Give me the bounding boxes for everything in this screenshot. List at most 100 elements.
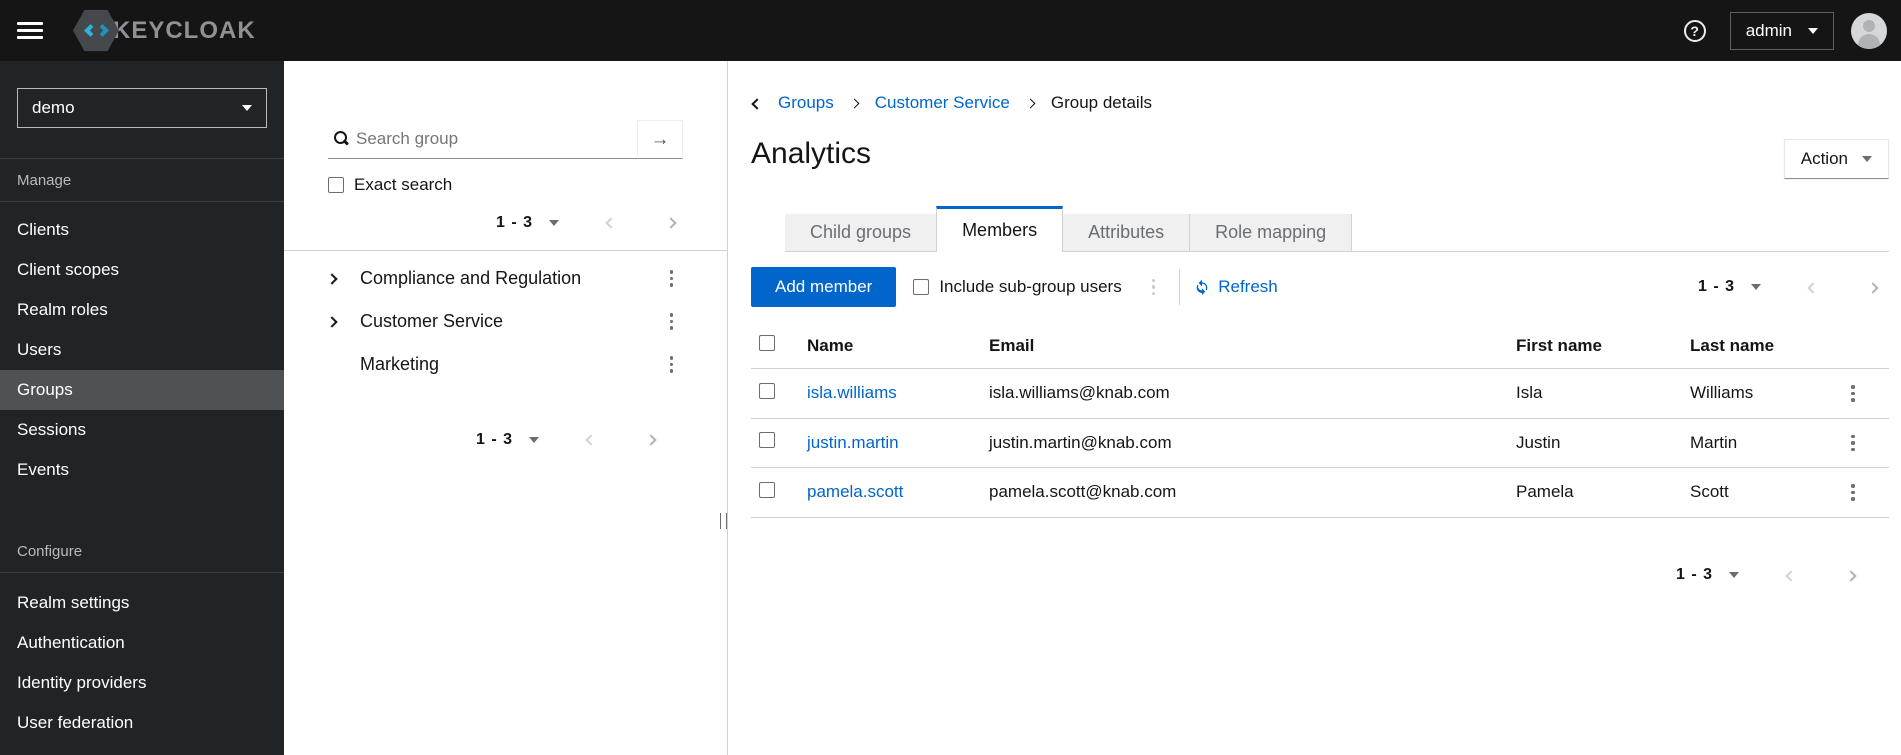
sidebar-item-events[interactable]: Events bbox=[0, 450, 284, 490]
member-username-link[interactable]: pamela.scott bbox=[807, 482, 903, 501]
include-subgroups-checkbox[interactable] bbox=[913, 279, 930, 295]
nav-section-title: Configure bbox=[0, 530, 284, 573]
sidebar-item-client-scopes[interactable]: Client scopes bbox=[0, 250, 284, 290]
pagination-prev-button[interactable] bbox=[603, 211, 619, 234]
pagination-range: 1 - 3 bbox=[1697, 278, 1735, 295]
pagination-next-button[interactable] bbox=[1865, 276, 1881, 299]
column-header-last-name: Last name bbox=[1682, 323, 1835, 369]
pagination-next-button[interactable] bbox=[663, 211, 679, 234]
member-username-link[interactable]: isla.williams bbox=[807, 383, 897, 402]
pagination-range: 1 - 3 bbox=[495, 213, 533, 231]
sidebar-item-authentication[interactable]: Authentication bbox=[0, 623, 284, 663]
tab-attributes[interactable]: Attributes bbox=[1063, 214, 1191, 252]
action-dropdown[interactable]: Action bbox=[1783, 139, 1889, 179]
group-tree-item[interactable]: Customer Service bbox=[284, 300, 727, 343]
sidebar-item-realm-settings[interactable]: Realm settings bbox=[0, 583, 284, 623]
member-last-name: Williams bbox=[1682, 368, 1835, 419]
tab-members[interactable]: Members bbox=[936, 206, 1064, 252]
kebab-menu-icon[interactable] bbox=[1843, 381, 1863, 406]
chevron-down-icon bbox=[549, 219, 559, 226]
pagination-prev-button[interactable] bbox=[1783, 564, 1799, 587]
add-member-button[interactable]: Add member bbox=[751, 267, 897, 307]
member-first-name: Pamela bbox=[1508, 467, 1682, 518]
user-menu-dropdown[interactable]: admin bbox=[1729, 11, 1834, 50]
member-last-name: Martin bbox=[1682, 418, 1835, 468]
members-pagination-bottom: 1 - 3 bbox=[751, 564, 1889, 587]
members-pagination-top: 1 - 3 bbox=[1698, 276, 1889, 299]
tabs-filler bbox=[1352, 214, 1889, 252]
refresh-button[interactable]: Refresh bbox=[1194, 277, 1278, 297]
pagination-range-dropdown[interactable]: 1 - 3 bbox=[1676, 566, 1739, 584]
kebab-menu-icon[interactable] bbox=[1843, 480, 1863, 505]
select-all-checkbox[interactable] bbox=[759, 335, 775, 351]
kebab-menu-icon[interactable] bbox=[1843, 431, 1863, 456]
search-submit-button[interactable]: → bbox=[637, 120, 683, 159]
brand-text: KEYCLOAK bbox=[113, 16, 256, 44]
column-header-email: Email bbox=[981, 323, 1508, 369]
exact-search-checkbox[interactable] bbox=[328, 177, 344, 193]
keycloak-admin-console: KEYCLOAK ? admin demo Manage Clients Cli… bbox=[0, 0, 1901, 755]
breadcrumb-item-customer-service[interactable]: Customer Service bbox=[875, 93, 1010, 113]
table-header-row: Name Email First name Last name bbox=[751, 323, 1889, 369]
breadcrumb-back-icon[interactable] bbox=[751, 91, 763, 115]
row-checkbox[interactable] bbox=[759, 481, 775, 498]
panel-resize-handle[interactable] bbox=[720, 513, 727, 529]
hamburger-menu-icon[interactable] bbox=[17, 22, 43, 39]
kebab-menu-icon[interactable] bbox=[662, 352, 682, 377]
sidebar-item-user-federation[interactable]: User federation bbox=[0, 703, 284, 743]
pagination-range-dropdown[interactable]: 1 - 3 bbox=[1698, 278, 1761, 296]
row-checkbox[interactable] bbox=[759, 382, 775, 399]
exact-search-option[interactable]: Exact search bbox=[328, 175, 683, 195]
member-username-link[interactable]: justin.martin bbox=[807, 433, 899, 452]
member-last-name: Scott bbox=[1682, 467, 1835, 518]
table-row: justin.martin justin.martin@knab.com Jus… bbox=[751, 418, 1889, 468]
avatar[interactable] bbox=[1851, 12, 1887, 49]
table-row: isla.williams isla.williams@knab.com Isl… bbox=[751, 368, 1889, 419]
chevron-right-icon bbox=[849, 98, 860, 108]
group-name[interactable]: Compliance and Regulation bbox=[360, 268, 581, 289]
kebab-menu-icon[interactable] bbox=[662, 266, 682, 291]
pagination-range-dropdown[interactable]: 1 - 3 bbox=[476, 431, 539, 449]
search-group-input[interactable] bbox=[328, 120, 637, 159]
tabs: Child groups Members Attributes Role map… bbox=[785, 206, 1889, 252]
pagination-next-button[interactable] bbox=[643, 428, 659, 451]
nav-section-manage: Manage Clients Client scopes Realm roles… bbox=[0, 159, 284, 490]
sidebar-item-realm-roles[interactable]: Realm roles bbox=[0, 290, 284, 330]
realm-selector[interactable]: demo bbox=[17, 88, 267, 128]
pagination-prev-button[interactable] bbox=[1805, 276, 1821, 299]
pagination-next-button[interactable] bbox=[1843, 564, 1859, 587]
group-search-bar: → bbox=[328, 120, 683, 159]
refresh-icon bbox=[1196, 279, 1208, 295]
include-subgroups-option[interactable]: Include sub-group users bbox=[913, 277, 1122, 297]
chevron-right-icon[interactable] bbox=[326, 272, 358, 285]
pagination-prev-button[interactable] bbox=[583, 428, 599, 451]
kebab-menu-icon[interactable] bbox=[662, 309, 682, 334]
group-tree: Compliance and Regulation Customer Servi… bbox=[284, 257, 727, 386]
group-tree-item[interactable]: Compliance and Regulation bbox=[284, 257, 727, 300]
tree-pagination-top: 1 - 3 bbox=[328, 211, 679, 234]
row-checkbox[interactable] bbox=[759, 432, 775, 449]
sidebar-item-users[interactable]: Users bbox=[0, 330, 284, 370]
pagination-range: 1 - 3 bbox=[475, 430, 513, 448]
chevron-down-icon bbox=[1729, 572, 1739, 578]
pagination-range-dropdown[interactable]: 1 - 3 bbox=[496, 214, 559, 232]
group-tree-item[interactable]: Marketing bbox=[284, 343, 727, 386]
member-email: pamela.scott@knab.com bbox=[981, 467, 1508, 518]
divider bbox=[284, 250, 727, 251]
divider bbox=[1179, 269, 1181, 305]
tab-role-mapping[interactable]: Role mapping bbox=[1190, 214, 1353, 252]
keycloak-logo: KEYCLOAK bbox=[73, 9, 256, 53]
tab-child-groups[interactable]: Child groups bbox=[785, 214, 937, 252]
chevron-right-icon[interactable] bbox=[326, 315, 358, 328]
chevron-down-icon bbox=[1751, 284, 1761, 290]
table-row: pamela.scott pamela.scott@knab.com Pamel… bbox=[751, 467, 1889, 518]
sidebar-item-groups[interactable]: Groups bbox=[0, 370, 284, 410]
sidebar-item-sessions[interactable]: Sessions bbox=[0, 410, 284, 450]
kebab-menu-icon[interactable] bbox=[1144, 275, 1164, 300]
group-name[interactable]: Customer Service bbox=[360, 311, 503, 332]
group-name[interactable]: Marketing bbox=[360, 354, 439, 375]
sidebar-item-identity-providers[interactable]: Identity providers bbox=[0, 663, 284, 703]
help-icon[interactable]: ? bbox=[1683, 19, 1706, 42]
sidebar-item-clients[interactable]: Clients bbox=[0, 210, 284, 250]
breadcrumb-item-groups[interactable]: Groups bbox=[778, 93, 834, 113]
